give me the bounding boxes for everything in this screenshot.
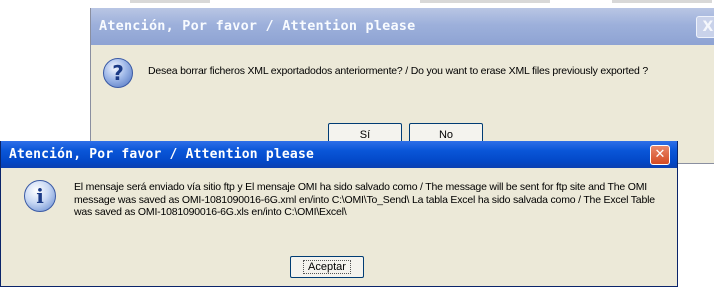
close-icon: X: [702, 19, 714, 35]
dialog-titlebar[interactable]: Atención, Por favor / Attention please ✕: [1, 141, 677, 168]
accept-button[interactable]: Aceptar: [290, 256, 364, 278]
information-icon: i: [24, 180, 56, 212]
background-app-fragment: [420, 0, 550, 3]
question-icon: ?: [103, 58, 133, 88]
background-app-fragment: [612, 0, 712, 3]
dialog-message: Desea borrar ficheros XML exportadodos a…: [148, 65, 648, 77]
background-app-fragment: [130, 0, 210, 3]
dialog-titlebar[interactable]: Atención, Por favor / Attention please X: [91, 8, 714, 45]
close-button[interactable]: X: [696, 16, 714, 38]
dialog-title: Atención, Por favor / Attention please: [99, 18, 416, 34]
close-icon: ✕: [654, 147, 666, 162]
ftp-saved-info-dialog: Atención, Por favor / Attention please ✕…: [0, 141, 678, 287]
close-button[interactable]: ✕: [650, 145, 670, 165]
dialog-message: El mensaje será enviado vía sitio ftp y …: [74, 181, 655, 218]
accept-button-label: Aceptar: [303, 260, 351, 274]
dialog-title: Atención, Por favor / Attention please: [9, 147, 315, 162]
